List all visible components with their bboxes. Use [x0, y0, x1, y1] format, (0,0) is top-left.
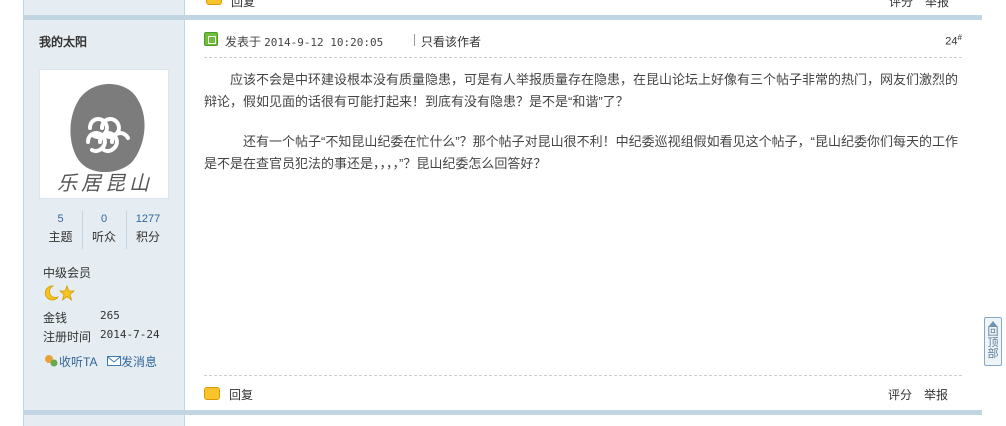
floor-number-value: 24 — [945, 35, 958, 48]
post-paragraph: 还有一个帖子“不知昆山纪委在忙什么”？那个帖子对昆山很不利！中纪委巡视组假如看见… — [204, 134, 958, 171]
stat-points-label: 积分 — [135, 230, 160, 244]
send-message-label: 发消息 — [121, 355, 158, 369]
follow-label: 收听TA — [59, 355, 98, 369]
reg-date-value: 2014-7-24 — [100, 328, 160, 341]
post-content: 应该不会是中环建设根本没有质量隐患，可是有人举报质量存在隐患，在昆山论坛上好像有… — [204, 69, 962, 193]
posted-label: 发表于 — [225, 35, 262, 49]
post-separator-bottom — [23, 410, 982, 415]
mail-icon — [107, 356, 121, 366]
rate-link[interactable]: 评分 — [888, 386, 912, 403]
report-link[interactable]: 举报 — [924, 386, 948, 403]
money-value: 265 — [100, 309, 120, 322]
moon-icon — [44, 285, 60, 301]
post-status-icon — [204, 32, 218, 46]
author-username[interactable]: 我的太阳 — [39, 33, 87, 50]
avatar[interactable]: 乐居昆山 — [39, 69, 169, 199]
prev-report-link[interactable]: 举报 — [925, 0, 949, 10]
reply-link[interactable]: 回复 — [229, 386, 253, 403]
stat-threads-value: 5 — [57, 213, 64, 225]
author-stats: 5 主题 0 听众 1277 积分 — [39, 211, 169, 249]
star-icon — [58, 284, 76, 302]
reg-date-row: 注册时间 2014-7-24 — [43, 328, 160, 345]
stat-threads[interactable]: 5 主题 — [39, 211, 82, 249]
prev-rate-link[interactable]: 评分 — [889, 0, 913, 10]
reply-icon — [204, 387, 220, 400]
floor-number[interactable]: 24# — [945, 33, 962, 48]
header-divider — [414, 34, 415, 46]
back-to-top-button[interactable]: 回顶部 — [984, 317, 1002, 366]
post-footer: 回复 评分 举报 — [204, 384, 962, 404]
stat-threads-label: 主题 — [48, 230, 73, 244]
money-row: 金钱 265 — [43, 309, 120, 326]
previous-post-actions: 回复 评分 举报 — [23, 0, 982, 15]
floor-suffix: # — [957, 33, 962, 42]
back-to-top-label: 回顶部 — [987, 326, 999, 360]
money-label: 金钱 — [43, 311, 68, 325]
stat-points[interactable]: 1277 积分 — [126, 211, 169, 249]
stat-followers[interactable]: 0 听众 — [82, 211, 125, 249]
header-divider-line — [204, 57, 962, 58]
posted-datetime: 2014-9-12 10:20:05 — [264, 36, 384, 49]
rank-icons — [43, 284, 77, 303]
user-group[interactable]: 中级会员 — [43, 264, 91, 281]
reg-date-label: 注册时间 — [43, 330, 92, 344]
stat-followers-value: 0 — [100, 213, 108, 225]
follow-link[interactable]: 收听TA — [43, 353, 97, 370]
follow-icon — [45, 355, 58, 367]
reply-icon — [206, 0, 222, 5]
post-paragraph: 应该不会是中环建设根本没有质量隐患，可是有人举报质量存在隐患，在昆山论坛上好像有… — [204, 72, 959, 109]
stat-points-value: 1277 — [135, 213, 161, 225]
view-author-only-link[interactable]: 只看该作者 — [421, 33, 481, 50]
stat-followers-label: 听众 — [91, 230, 116, 244]
avatar-caption: 乐居昆山 — [57, 171, 153, 195]
footer-divider-line — [204, 375, 962, 376]
post-header: 发表于 2014-9-12 10:20:05 只看该作者 24# — [204, 30, 962, 50]
prev-reply-link[interactable]: 回复 — [231, 0, 255, 10]
send-message-link[interactable]: 发消息 — [107, 353, 157, 370]
post-separator-top — [23, 15, 982, 20]
post-row: 回复 评分 举报 我的太阳 乐居昆山 5 主题 0 听众 1277 积分 中级会… — [23, 0, 982, 426]
posted-time: 发表于 2014-9-12 10:20:05 — [225, 33, 383, 50]
